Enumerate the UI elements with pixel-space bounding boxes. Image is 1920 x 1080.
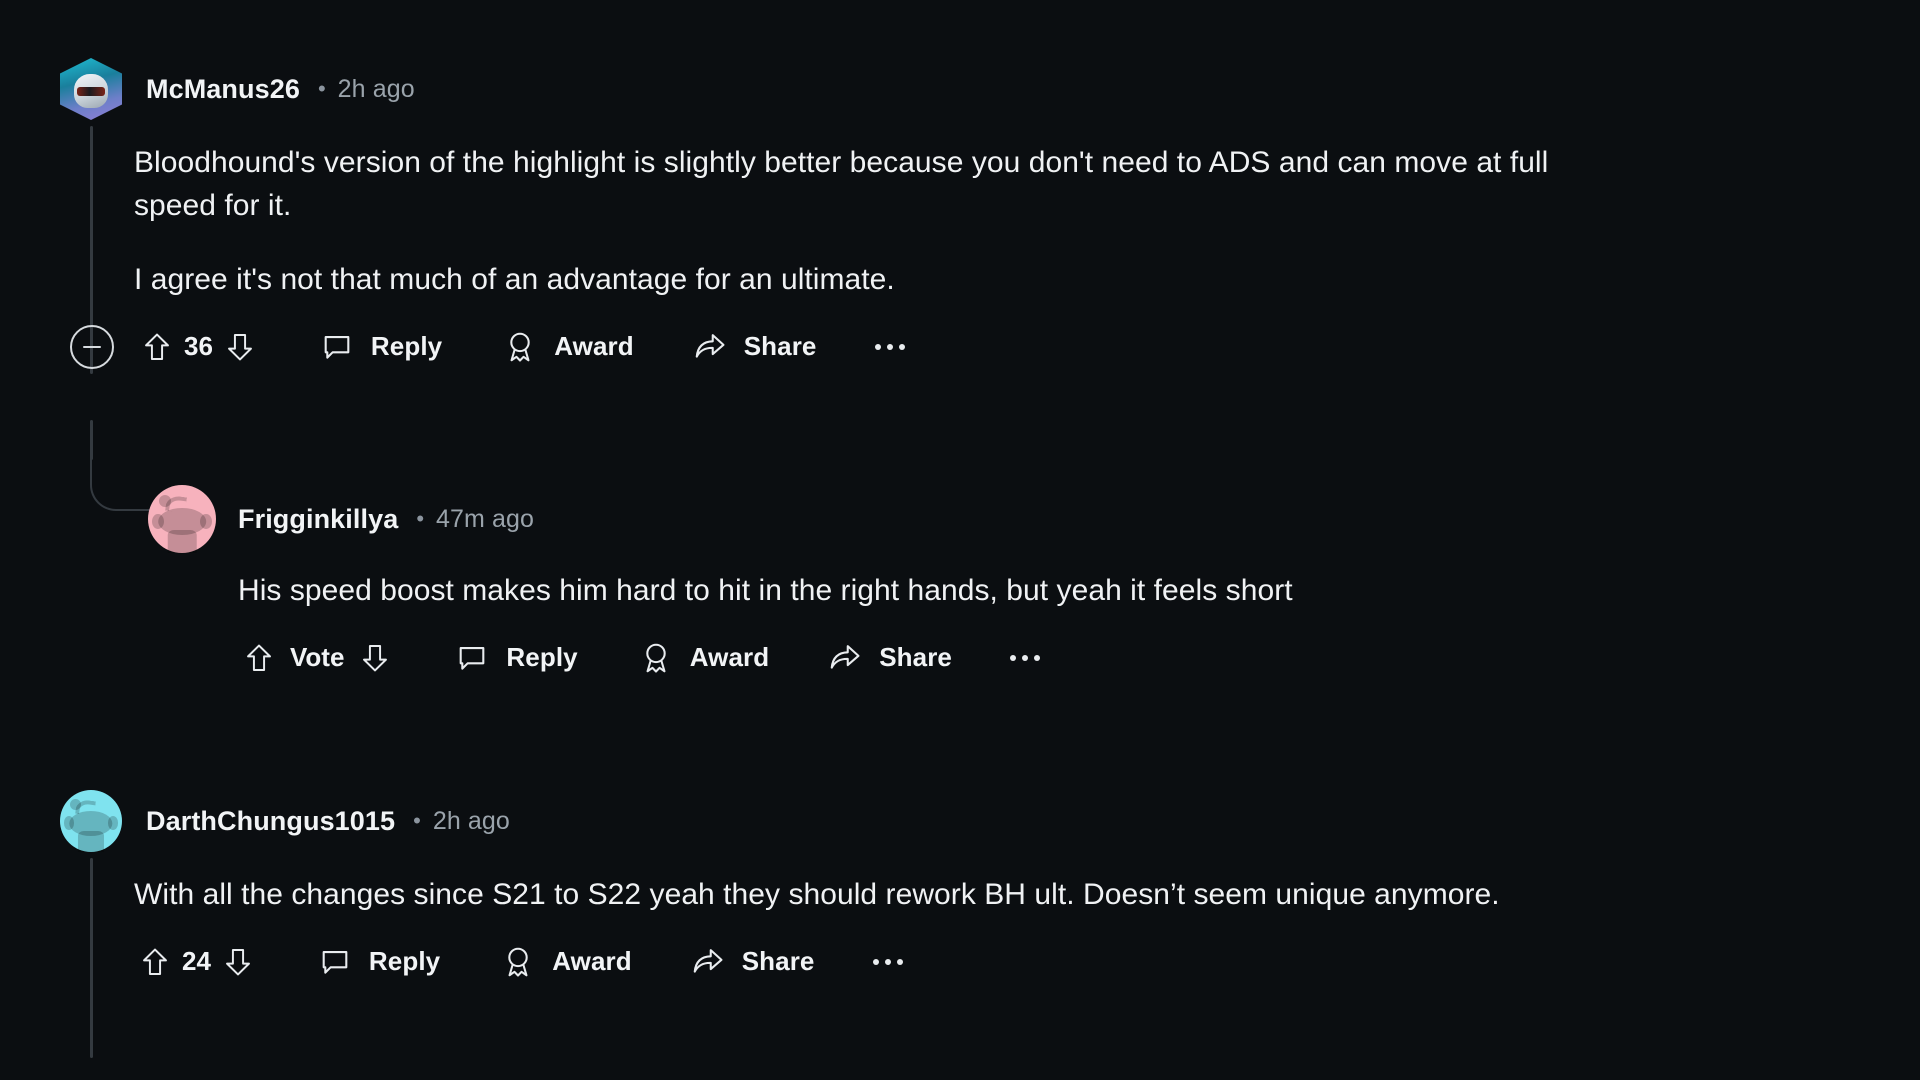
vote-score: 24 <box>182 946 211 977</box>
comment-timestamp: 2h ago <box>432 806 510 835</box>
award-icon <box>636 638 676 678</box>
body <box>167 529 197 553</box>
comment-actions: 36 Reply Award Share <box>70 324 1900 370</box>
share-arrow-icon <box>825 638 865 678</box>
comment-item: McManus26 • 2h ago Bloodhound's version … <box>60 58 1900 370</box>
award-icon <box>500 327 540 367</box>
dot <box>1034 654 1040 661</box>
body <box>77 830 105 852</box>
share-arrow-icon <box>688 942 728 982</box>
reply-label: Reply <box>370 331 443 362</box>
comment-item: DarthChungus1015 • 2h ago With all the c… <box>60 790 1900 985</box>
reply-label: Reply <box>506 642 578 673</box>
comment-timestamp: 47m ago <box>436 504 535 533</box>
comment-body: With all the changes since S21 to S22 ye… <box>134 874 1614 917</box>
upvote-button[interactable] <box>238 637 280 679</box>
dot <box>896 958 903 965</box>
comment-paragraph: Bloodhound's version of the highlight is… <box>134 146 1549 222</box>
comment-body: His speed boost makes him hard to hit in… <box>238 570 1568 613</box>
award-label: Award <box>689 642 770 673</box>
reply-button[interactable]: Reply <box>315 939 440 985</box>
avatar[interactable] <box>148 485 216 553</box>
upvote-button[interactable] <box>134 941 176 983</box>
share-button[interactable]: Share <box>825 635 952 681</box>
more-options-button[interactable] <box>867 939 909 985</box>
vote-group: 24 <box>134 939 259 985</box>
comment-actions: Vote Reply Award Share <box>238 635 1898 681</box>
comment-header: DarthChungus1015 • 2h ago <box>60 790 1900 852</box>
more-options-button[interactable] <box>869 324 911 370</box>
award-label: Award <box>552 946 632 977</box>
comment-bubble-icon <box>315 942 355 982</box>
separator-dot: • <box>416 506 425 531</box>
reply-button[interactable]: Reply <box>317 324 442 370</box>
minus-icon <box>83 345 101 349</box>
comment-paragraph: I agree it's not that much of an advanta… <box>134 263 895 297</box>
share-label: Share <box>743 331 817 362</box>
dot <box>886 343 893 350</box>
award-button[interactable]: Award <box>500 324 634 370</box>
share-arrow-icon <box>690 327 730 367</box>
dot <box>1022 654 1028 661</box>
dot <box>884 958 891 965</box>
more-options-button[interactable] <box>1004 635 1046 681</box>
avatar[interactable] <box>60 790 122 852</box>
dot <box>898 343 905 350</box>
separator-dot: • <box>413 808 421 833</box>
comment-item-nested: Frigginkillya • 47m ago His speed boost … <box>148 485 1898 681</box>
award-icon <box>498 942 538 982</box>
comment-thread: McManus26 • 2h ago Bloodhound's version … <box>0 0 1920 1080</box>
comment-author[interactable]: McManus26 <box>146 74 300 105</box>
award-button[interactable]: Award <box>636 635 770 681</box>
share-label: Share <box>741 946 815 977</box>
thread-curve-connector <box>90 455 150 511</box>
comment-bubble-icon <box>317 327 357 367</box>
comment-paragraph: His speed boost makes him hard to hit in… <box>238 574 1293 607</box>
vote-score[interactable]: Vote <box>290 642 344 673</box>
comment-body: Bloodhound's version of the highlight is… <box>134 142 1564 302</box>
vote-group: 36 <box>136 324 261 370</box>
vote-group: Vote <box>238 635 396 681</box>
snoo-pink-avatar <box>148 485 216 553</box>
comment-author[interactable]: Frigginkillya <box>238 504 398 535</box>
separator-dot: • <box>317 76 326 101</box>
snoo-cyan-avatar <box>60 790 122 852</box>
comment-author[interactable]: DarthChungus1015 <box>146 806 395 837</box>
share-button[interactable]: Share <box>690 324 817 370</box>
upvote-button[interactable] <box>136 326 178 368</box>
share-button[interactable]: Share <box>688 939 815 985</box>
comment-header: Frigginkillya • 47m ago <box>148 485 1898 553</box>
reply-label: Reply <box>368 946 441 977</box>
hex-gamer-avatar <box>60 58 122 120</box>
avatar[interactable] <box>60 58 122 120</box>
dot <box>872 958 879 965</box>
comment-header: McManus26 • 2h ago <box>60 58 1900 120</box>
reply-button[interactable]: Reply <box>452 635 578 681</box>
share-label: Share <box>879 642 952 673</box>
dot <box>874 343 881 350</box>
comment-bubble-icon <box>452 638 492 678</box>
collapse-thread-button[interactable] <box>70 324 114 369</box>
thread-line-mid[interactable] <box>90 420 93 460</box>
comment-timestamp: 2h ago <box>337 74 415 103</box>
comment-paragraph: With all the changes since S21 to S22 ye… <box>134 878 1500 911</box>
downvote-button[interactable] <box>217 941 259 983</box>
comment-actions: 24 Reply Award Share <box>134 939 1900 985</box>
award-button[interactable]: Award <box>498 939 632 985</box>
dot <box>1010 654 1016 661</box>
award-label: Award <box>554 331 634 362</box>
downvote-button[interactable] <box>354 637 396 679</box>
downvote-button[interactable] <box>219 326 261 368</box>
vote-score: 36 <box>184 331 213 362</box>
